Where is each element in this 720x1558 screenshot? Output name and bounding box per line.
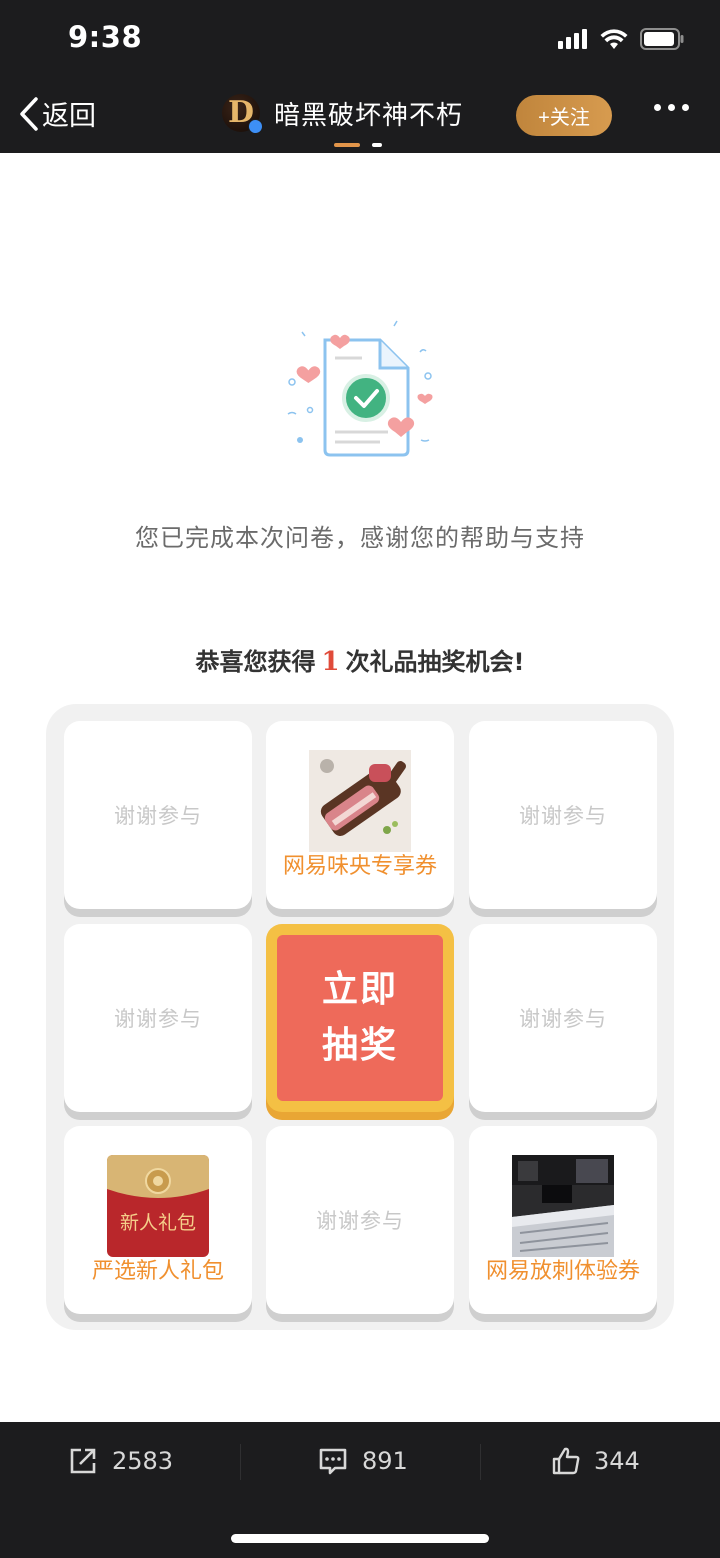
lottery-cell-prize-newcomer: 新人礼包 严选新人礼包: [64, 1126, 252, 1314]
thanks-label: 谢谢参与: [114, 1007, 202, 1031]
top-bar: 9:38 返回 D 暗黑破坏神不朽 +关注: [0, 0, 720, 153]
envelope-text: 新人礼包: [120, 1212, 196, 1234]
thanks-label: 谢谢参与: [114, 804, 202, 828]
lottery-cell-prize-fangci: 网易放刺体验券: [469, 1126, 657, 1314]
more-options-icon[interactable]: [654, 104, 689, 111]
divider: [240, 1444, 241, 1480]
wifi-icon: [600, 28, 628, 49]
draw-button-face[interactable]: 立即抽奖: [277, 935, 443, 1101]
verified-badge-icon: [248, 119, 263, 134]
thanks-label: 谢谢参与: [519, 804, 607, 828]
congrats-suffix: 次礼品抽奖机会!: [345, 648, 525, 676]
follow-button[interactable]: +关注: [516, 95, 612, 136]
chance-count: 1: [321, 647, 340, 677]
survey-complete-illustration: [287, 320, 433, 457]
comment-button[interactable]: 891: [318, 1446, 408, 1476]
status-time: 9:38: [68, 20, 143, 54]
pork-board-image: [309, 750, 411, 852]
lottery-cell-thanks: 谢谢参与: [469, 721, 657, 909]
avatar[interactable]: D: [222, 94, 263, 134]
back-label: 返回: [42, 101, 96, 132]
lottery-cell-thanks: 谢谢参与: [64, 924, 252, 1112]
thumbs-up-icon: [552, 1447, 580, 1475]
congrats-prefix: 恭喜您获得: [195, 648, 316, 676]
cellular-signal-icon: [558, 29, 587, 49]
thanks-label: 谢谢参与: [316, 1209, 404, 1233]
page-indicator: [334, 143, 382, 147]
lottery-congrats: 恭喜您获得 1 次礼品抽奖机会!: [0, 642, 720, 677]
thanks-label: 谢谢参与: [519, 1007, 607, 1031]
lottery-cell-prize-weiyang: 网易味央专享券: [266, 721, 454, 909]
comment-count: 891: [362, 1447, 408, 1475]
battery-icon: [640, 28, 684, 50]
prize-name: 网易味央专享券: [282, 854, 437, 879]
like-count: 344: [594, 1447, 640, 1475]
lottery-cell-thanks: 谢谢参与: [266, 1126, 454, 1314]
studio-image: [512, 1155, 614, 1257]
divider: [480, 1444, 481, 1480]
prize-name: 严选新人礼包: [91, 1259, 224, 1284]
share-icon: [70, 1448, 96, 1474]
like-button[interactable]: 344: [552, 1446, 640, 1476]
prize-name: 网易放刺体验券: [485, 1259, 640, 1284]
page-indicator-active: [334, 143, 360, 147]
share-count: 2583: [112, 1447, 174, 1475]
draw-label: 立即抽奖: [321, 969, 398, 1066]
account-title: 暗黑破坏神不朽: [274, 100, 464, 131]
share-button[interactable]: 2583: [68, 1446, 173, 1476]
lottery-grid: 谢谢参与 网易味央专享券 谢谢参与 谢谢参与 立即抽奖 谢谢参与 新人礼包 严选…: [46, 704, 674, 1330]
lottery-cell-thanks: 谢谢参与: [469, 924, 657, 1112]
status-icons: [558, 26, 684, 52]
page-indicator-dot: [372, 143, 382, 147]
comment-icon: [319, 1448, 347, 1475]
chevron-left-icon: [20, 96, 38, 131]
survey-complete-message: 您已完成本次问卷，感谢您的帮助与支持: [135, 524, 585, 552]
back-button[interactable]: 返回: [18, 94, 96, 133]
red-envelope-image: 新人礼包: [107, 1155, 209, 1257]
account-header[interactable]: D 暗黑破坏神不朽: [222, 94, 464, 134]
draw-now-button[interactable]: 立即抽奖: [266, 924, 454, 1112]
home-indicator: [231, 1534, 489, 1543]
lottery-cell-thanks: 谢谢参与: [64, 721, 252, 909]
